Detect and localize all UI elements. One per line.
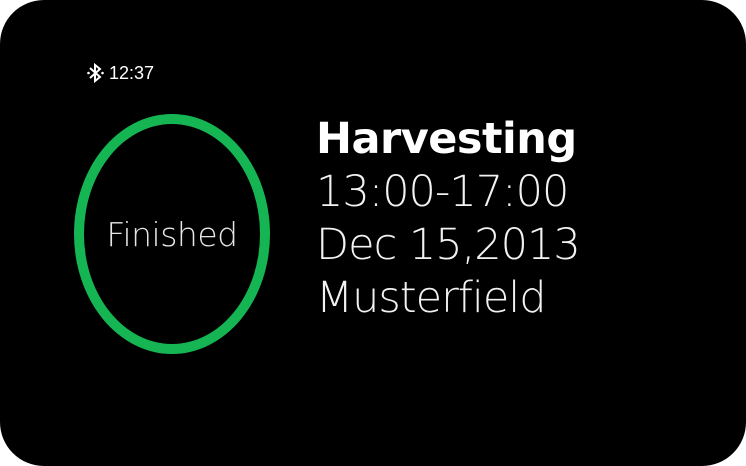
status-bar: 12:37 bbox=[86, 62, 154, 84]
status-ring[interactable]: Finished bbox=[74, 114, 270, 354]
clock-time: 12:37 bbox=[109, 62, 155, 83]
event-location: Musterfield bbox=[316, 273, 547, 323]
watch-screen: 12:37 Finished Harvesting 13:00-17:00 De… bbox=[0, 0, 746, 466]
status-label: Finished bbox=[106, 214, 238, 254]
bluetooth-icon bbox=[86, 62, 106, 84]
event-time-range: 13:00-17:00 bbox=[316, 167, 569, 217]
event-title: Harvesting bbox=[316, 114, 577, 164]
event-details: Harvesting 13:00-17:00 Dec 15,2013 Muste… bbox=[316, 112, 581, 325]
event-date: Dec 15,2013 bbox=[316, 220, 581, 270]
